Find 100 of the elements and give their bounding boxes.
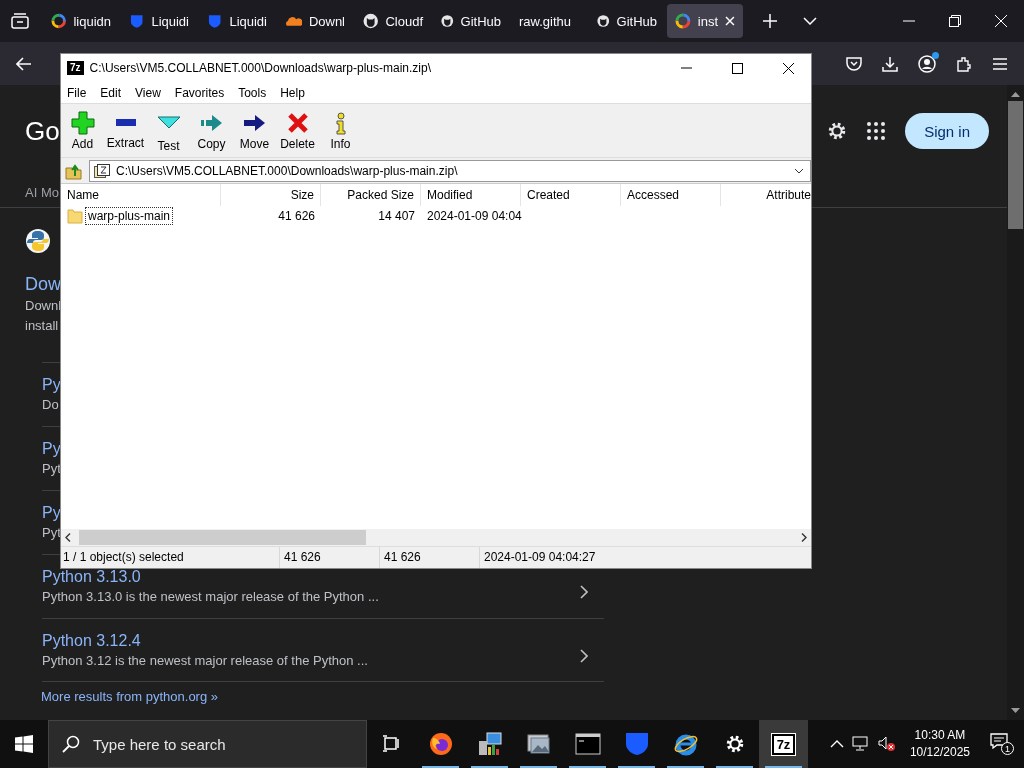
- path-combo-box[interactable]: C:\Users\VM5.COLLABNET.000\Downloads\warp-plus-main.zip\: [89, 159, 811, 182]
- sign-in-button[interactable]: Sign in: [905, 113, 989, 149]
- status-text: 1 / 1 object(s) selected: [61, 547, 280, 568]
- plus-icon: [70, 110, 95, 135]
- logo-text[interactable]: Go: [25, 115, 60, 147]
- scrollbar-thumb[interactable]: [79, 530, 366, 545]
- close-icon[interactable]: [783, 62, 794, 74]
- browser-tab[interactable]: Liquidi: [121, 4, 197, 38]
- column-header[interactable]: Name: [61, 184, 221, 206]
- column-header[interactable]: Created: [521, 184, 621, 206]
- more-results-link[interactable]: More results from python.org »: [41, 689, 219, 704]
- result-title-link[interactable]: Python 3.12.4: [42, 630, 141, 651]
- scroll-up-icon[interactable]: [1011, 91, 1020, 97]
- search-mode-tab[interactable]: AI Mo: [25, 184, 59, 200]
- chevron-right-icon[interactable]: [580, 585, 588, 599]
- taskbar-app-button[interactable]: 7z: [759, 720, 808, 768]
- browser-tab[interactable]: liquidn: [43, 4, 119, 38]
- browser-tab[interactable]: Liquidi: [199, 4, 275, 38]
- status-text: 2024-01-09 04:04:27: [483, 549, 597, 566]
- result-title-link[interactable]: Py: [42, 502, 61, 523]
- chevron-down-icon[interactable]: [803, 17, 817, 25]
- result-title-link[interactable]: Dow: [25, 272, 61, 296]
- zip-file-icon: [94, 163, 110, 178]
- scroll-left-icon[interactable]: [65, 533, 71, 542]
- result-snippet: Python 3.13.0 is the newest major release of the Python ...: [42, 588, 379, 606]
- maximize-icon[interactable]: [732, 62, 743, 74]
- result-snippet: Pyt: [42, 460, 61, 478]
- terminal-icon: [574, 733, 601, 755]
- toolbar-button[interactable]: Info: [319, 104, 362, 157]
- settings-icon[interactable]: [827, 121, 848, 141]
- result-snippet: Python 3.12 is the newest major release of the Python ...: [42, 652, 368, 670]
- clock-date[interactable]: 10/12/2025: [909, 744, 970, 761]
- column-header[interactable]: Attribute: [721, 184, 811, 206]
- browser-tab[interactable]: GitHub: [433, 4, 509, 38]
- cat-circle-icon: [363, 13, 379, 29]
- tab-list-icon[interactable]: [11, 13, 29, 29]
- account-icon[interactable]: [918, 54, 936, 73]
- task-view-icon: [381, 735, 402, 753]
- muted-speaker-icon[interactable]: [877, 736, 896, 752]
- column-header[interactable]: Modified: [421, 184, 521, 206]
- clock-time[interactable]: 10:30 AM: [914, 727, 966, 744]
- menu-item[interactable]: View: [135, 85, 161, 100]
- result-title-link[interactable]: Py: [42, 438, 61, 459]
- settings-icon[interactable]: [724, 734, 745, 754]
- result-title-link[interactable]: Py: [42, 374, 61, 395]
- windows-logo-icon[interactable]: [15, 735, 33, 753]
- menu-item[interactable]: Favorites: [174, 85, 225, 100]
- taskbar-search-field[interactable]: Type here to search: [48, 720, 367, 768]
- dropdown-caret-icon: [794, 167, 804, 174]
- scroll-right-icon[interactable]: [801, 533, 807, 542]
- menu-icon[interactable]: [992, 56, 1008, 71]
- toolbar-button[interactable]: Add: [61, 104, 104, 157]
- result-snippet: Do: [42, 396, 59, 414]
- browser-tab[interactable]: raw.githu: [511, 4, 587, 38]
- file-name[interactable]: warp-plus-main: [85, 207, 174, 225]
- network-icon[interactable]: [851, 736, 870, 752]
- folder-icon: [67, 208, 83, 224]
- check-icon: [156, 116, 181, 129]
- vertical-scrollbar[interactable]: [1007, 85, 1024, 720]
- back-arrow-icon[interactable]: [16, 56, 32, 71]
- menu-item[interactable]: File: [67, 85, 87, 100]
- toolbar-button[interactable]: Move: [233, 104, 276, 157]
- minus-icon: [115, 119, 136, 126]
- pocket-icon[interactable]: [846, 55, 862, 72]
- archiver-logo: 7z: [67, 61, 84, 75]
- toolbar-button[interactable]: Delete: [276, 104, 319, 157]
- ring-logo-icon: [675, 13, 691, 29]
- menu-item[interactable]: Tools: [238, 85, 267, 100]
- cat-circle-icon: [441, 13, 454, 29]
- archiver-logo: 7z: [771, 733, 796, 755]
- result-snippet: install: [25, 317, 59, 335]
- browser-tab[interactable]: Downl: [277, 4, 353, 38]
- toolbar-button[interactable]: Test: [147, 104, 190, 157]
- menu-item[interactable]: Edit: [100, 85, 122, 100]
- toolbar-button[interactable]: Copy: [190, 104, 233, 157]
- column-header[interactable]: Accessed: [621, 184, 721, 206]
- scroll-down-icon[interactable]: [1011, 708, 1020, 714]
- browser-tab[interactable]: Cloudf: [355, 4, 431, 38]
- apps-grid-icon[interactable]: [867, 122, 886, 140]
- chevron-right-icon[interactable]: [580, 648, 588, 663]
- column-header[interactable]: Packed Size: [321, 184, 421, 206]
- scrollbar-thumb[interactable]: [1008, 101, 1023, 229]
- snake-logo-icon: [25, 228, 51, 254]
- menu-item[interactable]: Help: [280, 85, 305, 100]
- toolbar-button[interactable]: Extract: [104, 104, 147, 157]
- shield-icon: [623, 731, 650, 757]
- horizontal-scrollbar[interactable]: [61, 529, 811, 546]
- chevron-up-icon[interactable]: [829, 740, 844, 748]
- browser-tab[interactable]: GitHub: [589, 4, 665, 38]
- column-header[interactable]: Size: [221, 184, 321, 206]
- delete-icon: [285, 110, 310, 135]
- download-icon[interactable]: [882, 55, 898, 72]
- result-title-link[interactable]: Python 3.13.0: [42, 566, 141, 587]
- status-text: 41 626: [380, 547, 480, 568]
- table-cell-text: 2024-01-09 04:04: [426, 209, 521, 223]
- browser-tab[interactable]: inst: [667, 4, 743, 38]
- puzzle-icon[interactable]: [956, 55, 972, 72]
- restore-icon[interactable]: [949, 15, 961, 27]
- new-tab-icon[interactable]: [763, 14, 777, 28]
- monitor-chart-icon: [476, 731, 503, 757]
